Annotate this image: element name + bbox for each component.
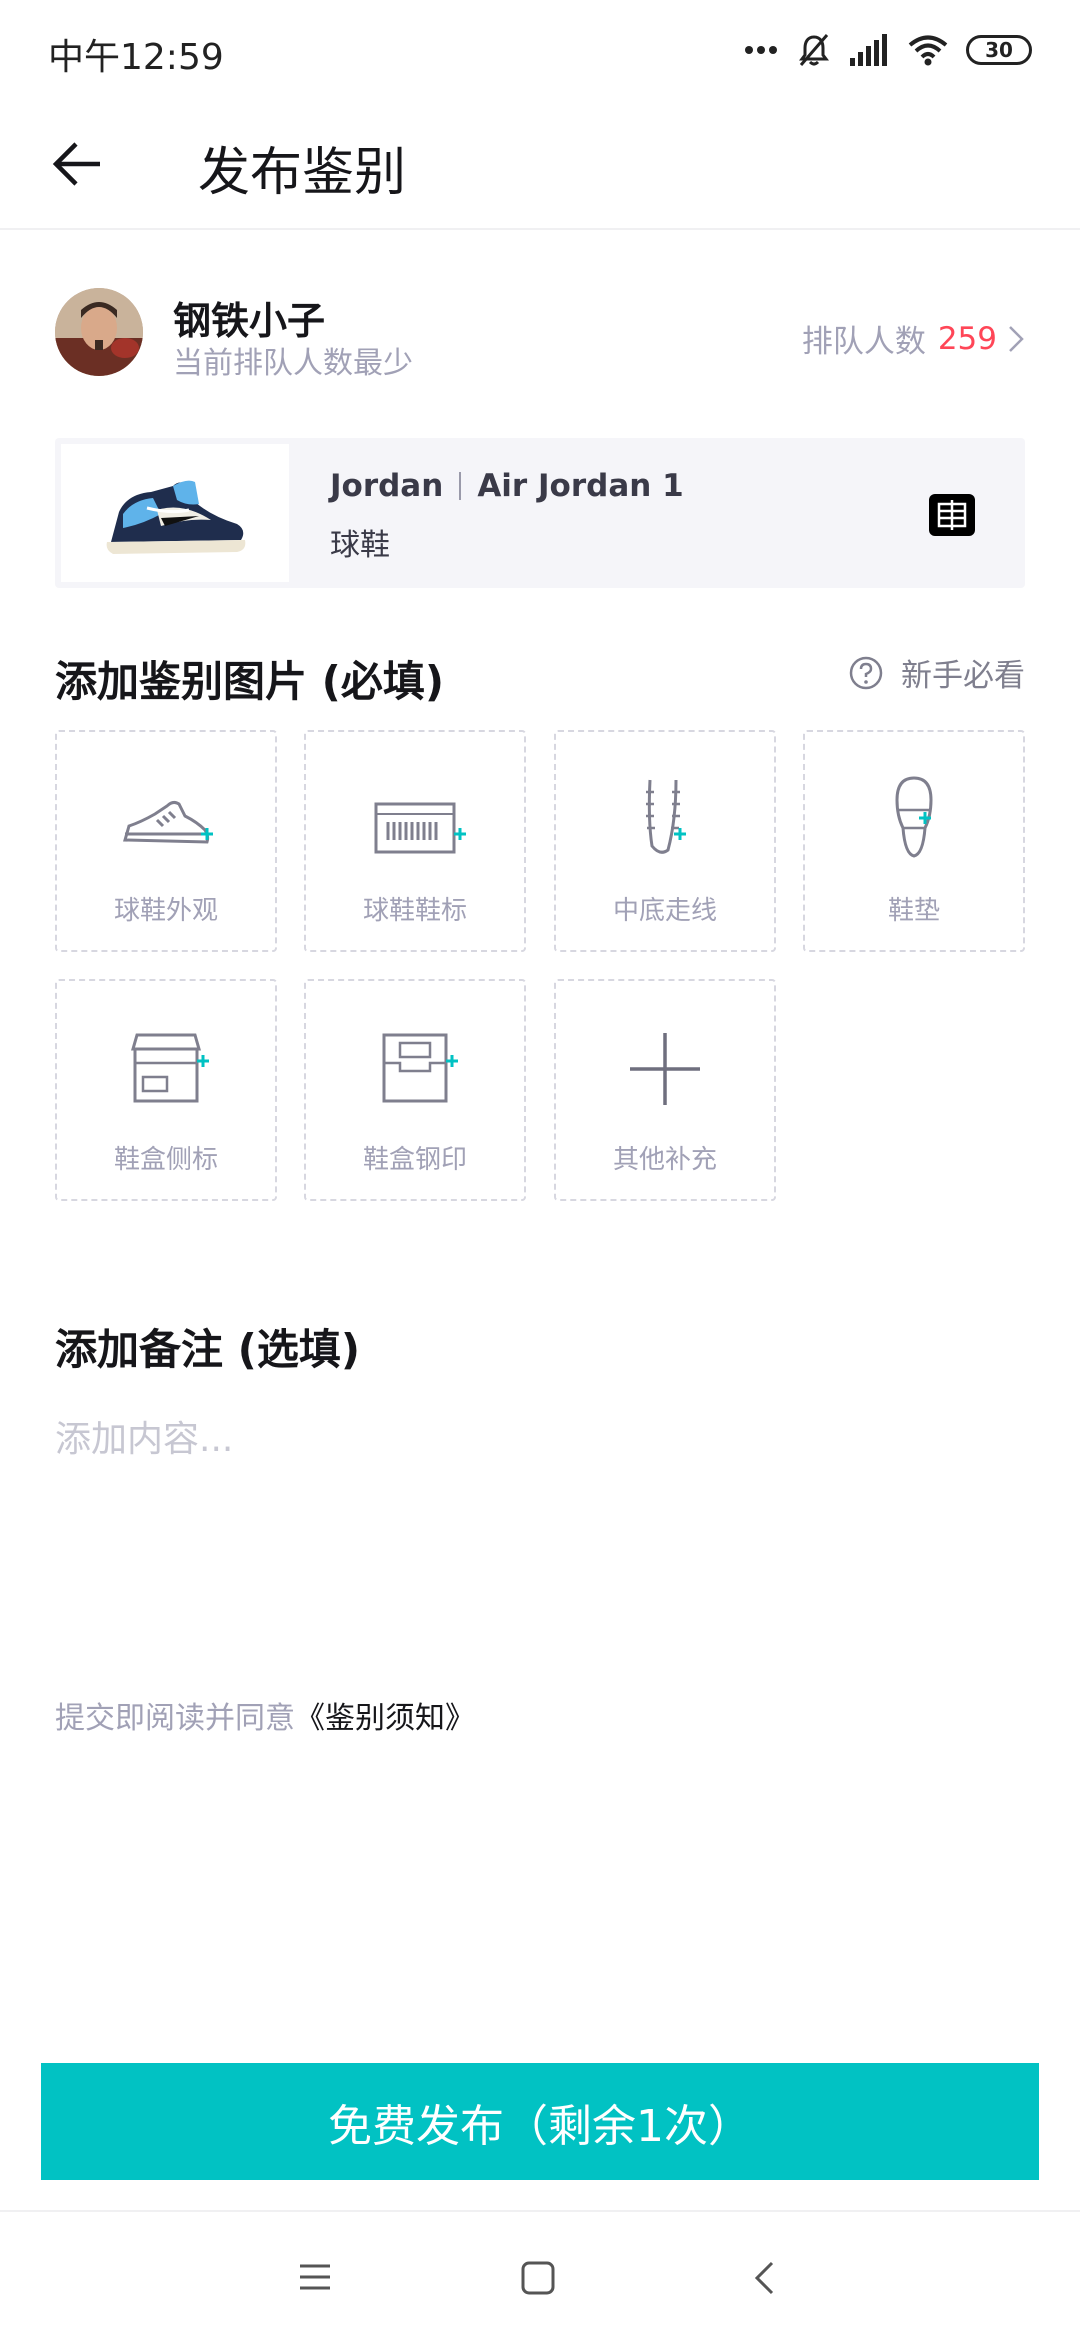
status-time: 中午12:59 [48, 37, 224, 78]
agreement-text: 提交即阅读并同意《鉴别须知》 [55, 1693, 475, 1737]
upload-tile-insole[interactable]: 鞋垫 [803, 730, 1025, 952]
home-square-icon[interactable] [520, 2260, 556, 2296]
upload-tile-other[interactable]: 其他补充 [554, 979, 776, 1201]
title-separator [459, 472, 462, 500]
tile-label: 鞋盒侧标 [113, 1145, 218, 1175]
mute-bell-icon [799, 34, 829, 66]
back-arrow-icon[interactable] [50, 136, 106, 192]
help-circle-icon [849, 656, 883, 689]
tile-label: 鞋盒钢印 [362, 1145, 467, 1175]
more-dots-icon [745, 46, 777, 54]
battery-level: 30 [985, 38, 1013, 62]
upload-tile-box-side-label[interactable]: 鞋盒侧标 [55, 979, 277, 1201]
plus-icon [630, 1033, 700, 1105]
upload-tile-shoe-label[interactable]: 球鞋鞋标 [304, 730, 526, 952]
upload-tile-midsole-stitch[interactable]: 中底走线 [554, 730, 776, 952]
product-image [61, 444, 289, 582]
box-stamp-icon [382, 1033, 458, 1103]
shoe-label-barcode-icon [374, 802, 466, 854]
product-card[interactable]: Jordan Air Jordan 1 球鞋 [55, 438, 1025, 588]
battery-icon: 30 [966, 35, 1032, 65]
upload-tile-box-stamp[interactable]: 鞋盒钢印 [304, 979, 526, 1201]
queue-count: 259 [937, 320, 997, 357]
status-icons: 30 [744, 30, 1032, 70]
remark-section-title: 添加备注 (选填) [55, 1325, 361, 1374]
page-title: 发布鉴别 [198, 143, 407, 203]
product-title: Jordan Air Jordan 1 [330, 468, 684, 504]
product-series: Air Jordan 1 [477, 468, 684, 504]
chevron-right-icon [1009, 325, 1024, 352]
appraiser-row[interactable]: 钢铁小子 当前排队人数最少 排队人数 259 [55, 288, 1025, 381]
status-bar: 中午12:59 30 [0, 0, 1080, 100]
brand-logo-icon [929, 494, 975, 536]
tile-label: 鞋垫 [887, 896, 940, 926]
queue-info[interactable]: 排队人数 259 [802, 316, 1025, 361]
header: 发布鉴别 [0, 100, 1080, 230]
wifi-icon [908, 35, 948, 66]
signal-icon [850, 34, 887, 66]
midsole-stitch-icon [646, 779, 686, 854]
box-side-label-icon [131, 1033, 209, 1103]
product-category: 球鞋 [330, 528, 390, 563]
tile-label: 中底走线 [612, 896, 717, 926]
menu-icon[interactable] [298, 2260, 332, 2294]
tile-label: 其他补充 [612, 1145, 717, 1175]
back-chevron-icon[interactable] [752, 2260, 776, 2296]
appraisal-notice-link[interactable]: 《鉴别须知》 [295, 1701, 475, 1736]
guide-label: 新手必看 [901, 658, 1025, 694]
upload-tile-sneaker-appearance[interactable]: 球鞋外观 [55, 730, 277, 952]
avatar [55, 288, 143, 376]
appraiser-name: 钢铁小子 [173, 299, 326, 343]
remark-input[interactable]: 添加内容... [55, 1410, 233, 1462]
sneaker-side-icon [123, 800, 213, 844]
queue-label: 排队人数 [801, 324, 926, 360]
publish-button[interactable]: 免费发布（剩余1次） [41, 2063, 1039, 2180]
photos-section-title: 添加鉴别图片 (必填) [55, 657, 445, 706]
insole-icon [895, 776, 933, 858]
system-nav-bar [0, 2210, 1080, 2340]
tile-label: 球鞋外观 [113, 896, 218, 926]
appraiser-subtitle: 当前排队人数最少 [173, 346, 413, 381]
agreement-prefix: 提交即阅读并同意 [55, 1701, 295, 1736]
tile-label: 球鞋鞋标 [362, 896, 467, 926]
beginner-guide-link[interactable]: 新手必看 [849, 650, 1025, 695]
product-brand: Jordan [330, 468, 444, 504]
